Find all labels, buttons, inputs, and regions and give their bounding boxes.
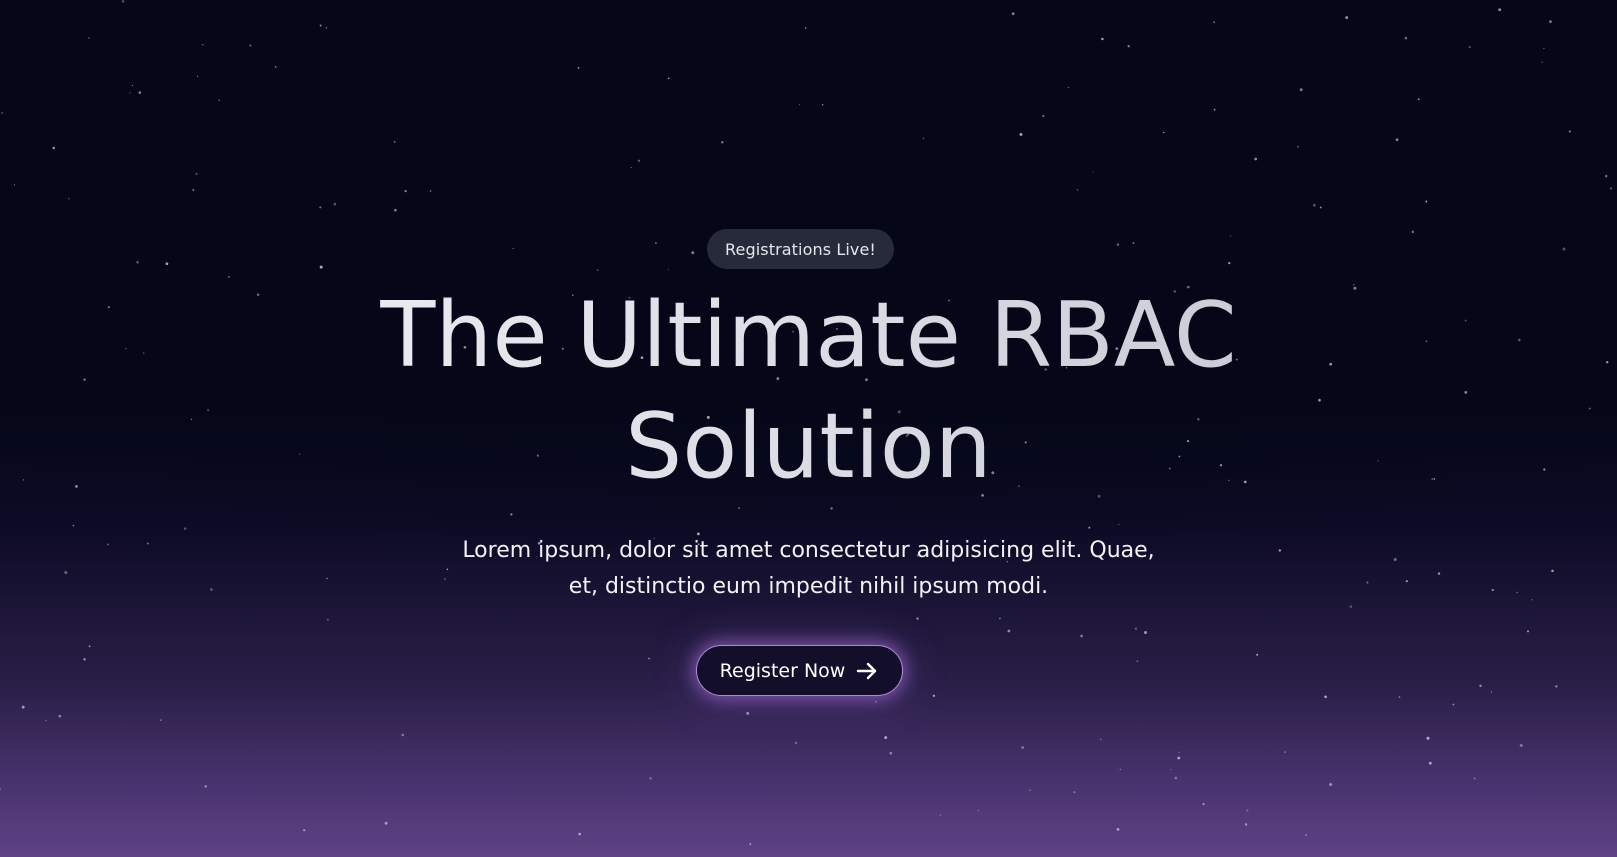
page-title: The Ultimate RBAC Solution xyxy=(0,280,1617,502)
hero-subtitle-line-2: et, distinctio eum impedit nihil ipsum m… xyxy=(568,574,1049,599)
hero-subtitle: Lorem ipsum, dolor sit amet consectetur … xyxy=(0,533,1617,605)
registrations-badge: Registrations Live! xyxy=(707,229,894,269)
page-title-line-1: The Ultimate RBAC xyxy=(380,283,1237,388)
register-now-label: Register Now xyxy=(719,659,846,682)
hero-subtitle-line-1: Lorem ipsum, dolor sit amet consectetur … xyxy=(462,538,1155,563)
landing-page: Registrations Live! The Ultimate RBAC So… xyxy=(0,0,1617,857)
page-title-line-2: Solution xyxy=(625,394,992,499)
hero-section: Registrations Live! The Ultimate RBAC So… xyxy=(0,0,1617,857)
badge-label: Registrations Live! xyxy=(725,239,876,259)
arrow-right-icon xyxy=(857,662,877,679)
register-now-button[interactable]: Register Now xyxy=(696,645,903,696)
